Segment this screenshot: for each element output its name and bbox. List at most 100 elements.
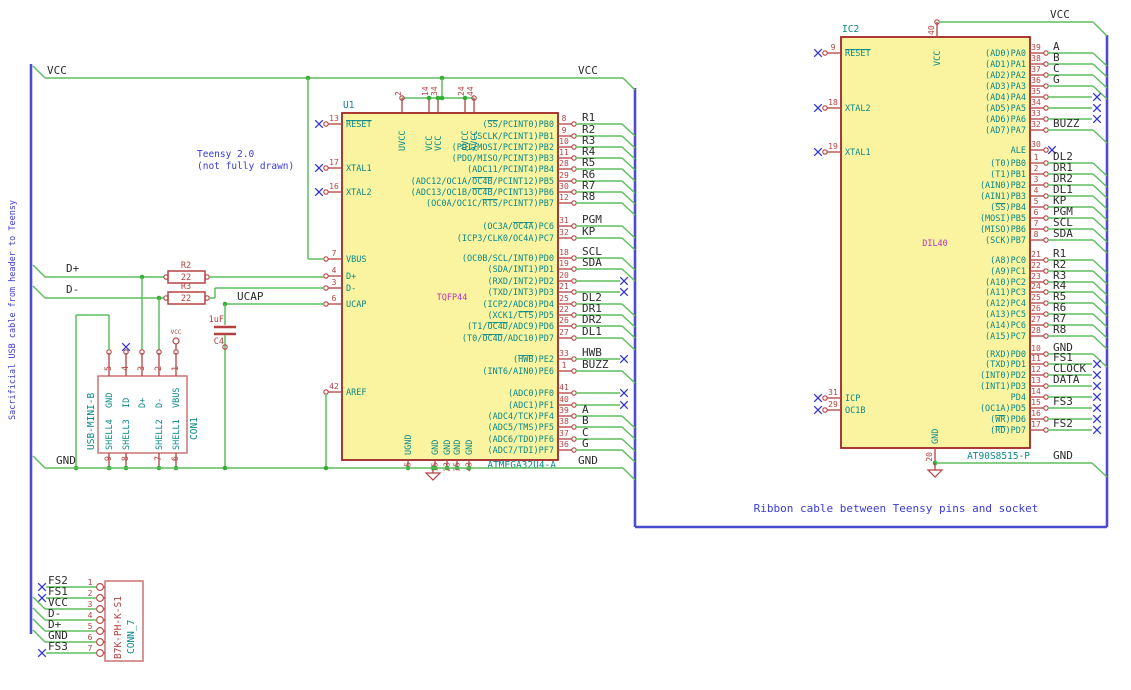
ic2-pin-number: 15: [1031, 398, 1041, 407]
ic2-pin-name: (A9)PC1: [990, 267, 1026, 277]
u1-pin-name: (TXD/INT3)PD3: [487, 288, 554, 298]
pin-end: [1043, 333, 1049, 339]
pin-end: [822, 149, 828, 155]
con1-pin-number: 6: [171, 456, 181, 461]
wire: [1092, 324, 1108, 339]
con1-pin-name: SHELL3: [122, 419, 132, 450]
pin-end: [571, 424, 577, 430]
wire: [1092, 195, 1108, 210]
con1-pin-number: 3: [137, 366, 147, 371]
wire: [1092, 184, 1108, 199]
u1-pin-name: GND: [431, 440, 441, 455]
ic2-pin-name: ICP: [845, 394, 860, 404]
u1-pin-name: (ADC12/OC1A/OC4B/PCINT12)PB5: [411, 177, 554, 187]
pin-end: [1043, 94, 1049, 100]
wire: [621, 426, 636, 440]
teensy-note-line1: Teensy 2.0: [197, 149, 255, 160]
ic2-pin-name: (AD4)PA4: [985, 93, 1026, 103]
ic2-pin-name: RESET: [845, 49, 871, 59]
u1-pin-number: 28: [559, 159, 569, 168]
conn7-pin-end: [96, 583, 104, 591]
u1-pin-name: (OC0B/SCL/INT0)PD0: [462, 254, 554, 264]
ic2-pin-number: 19: [828, 142, 838, 151]
wire: [32, 618, 46, 632]
pin-end: [571, 323, 577, 329]
u1-package: TQFP44: [437, 293, 468, 303]
pin-end: [571, 447, 577, 453]
con1-pin-name: SHELL4: [105, 419, 115, 450]
con1-pin-number: 9: [104, 456, 114, 461]
vcc-flag-label: VCC: [171, 329, 182, 336]
u1-pin-number: 18: [559, 248, 569, 257]
conn7-pin-end: [96, 594, 104, 602]
u1-pin-number: 23: [443, 462, 452, 472]
ic2-pin-name: (AD2)PA2: [985, 71, 1026, 81]
pin-end: [323, 165, 329, 171]
ic2-pin-name: (A8)PC0: [990, 256, 1026, 266]
pin-end: [1043, 215, 1049, 221]
wire: [1092, 239, 1108, 254]
teensy-note-line2: (not fully drawn): [197, 161, 295, 172]
u1-pin-name: (ADC0)PF0: [508, 389, 554, 399]
con1-pin-name: VBUS: [172, 388, 182, 408]
u1-pin-number: 14: [421, 86, 430, 96]
wire: [1092, 63, 1108, 78]
ic2-pin-number: 39: [1031, 43, 1041, 52]
pin-end: [323, 273, 329, 279]
ic2-pin-name: (SS)PB4: [990, 203, 1026, 213]
pin-end: [1043, 268, 1049, 274]
pin-end: [571, 266, 577, 272]
wire: [1092, 52, 1108, 67]
u1-pin-name: (ICP3/CLK0/OC4A)PC7: [457, 234, 554, 244]
u1-pin-number: 34: [430, 86, 439, 96]
u1-pin-name: (SS/PCINT0)PB0: [482, 120, 554, 130]
u1-pin-number: 37: [559, 429, 569, 438]
pin-end: [1043, 171, 1049, 177]
pin-end: [571, 413, 577, 419]
ic2-pin-number: 8: [1034, 230, 1039, 239]
ic2-pin-name: (T0)PB0: [990, 159, 1026, 169]
pin-end: [1043, 204, 1049, 210]
u1-pin-name: AREF: [346, 388, 366, 398]
u1-pin-name: UCAP: [346, 300, 366, 310]
u1-pin-number: 20: [559, 271, 569, 280]
u1-pin-name: (OC0A/OC1C/RTS/PCINT7)PB7: [426, 199, 554, 209]
net-label: VCC: [578, 64, 598, 77]
wire: [1092, 206, 1108, 221]
u1-pin-number: 38: [559, 417, 569, 426]
conn7-pin-end: [96, 616, 104, 624]
wire: [621, 415, 636, 429]
ground-symbol: [926, 469, 944, 478]
u1-pin-name: (ADC4/TCK)PF4: [487, 412, 554, 422]
pin-end: [1043, 116, 1049, 122]
ic2-pin-name: VCC: [933, 51, 943, 66]
resistor-value: 22: [181, 294, 191, 304]
pin-end: [571, 255, 577, 261]
u1-pin-name: D-: [346, 284, 356, 294]
ic2-pin-number: 3: [1034, 175, 1039, 184]
u1-pin-number: 2: [394, 91, 403, 96]
ic2-pin-number: 9: [831, 43, 836, 52]
wire: [1092, 335, 1108, 350]
ic2-pin-name: (A12)PC4: [985, 299, 1026, 309]
resistor-ref: R2: [181, 261, 191, 271]
ic2-pin-number: 28: [1031, 326, 1041, 335]
net-label: R8: [582, 190, 595, 203]
wire: [1092, 85, 1108, 100]
u1-pin-number: 29: [559, 171, 569, 180]
u1-pin-name: RESET: [346, 120, 372, 130]
ic2-pin-name: (A14)PC6: [985, 321, 1026, 331]
u1-pin-name: GND: [465, 440, 475, 455]
u1-pin-name: GND: [443, 440, 453, 455]
junction-dot: [426, 95, 432, 101]
pin-end: [1043, 61, 1049, 67]
wire: [32, 455, 46, 469]
pin-end: [1043, 237, 1049, 243]
ic2-pin-name: GND: [931, 429, 941, 444]
u1-pin-number: 5: [404, 462, 413, 467]
u1-pin-name: UGND: [404, 435, 414, 455]
wire: [621, 202, 636, 216]
u1-pin-name: VCC: [434, 136, 444, 151]
junction-dot: [222, 465, 228, 471]
pin-end: [1043, 361, 1049, 367]
